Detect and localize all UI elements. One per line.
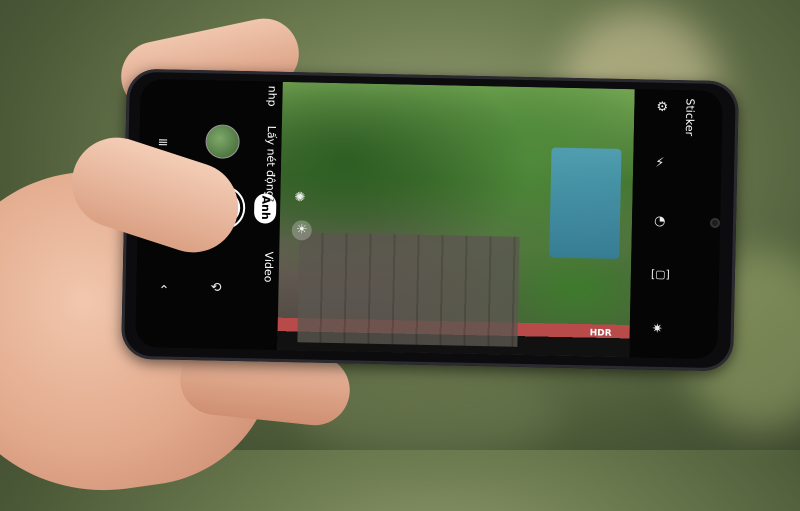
chevron-up-icon[interactable]: ⌃	[158, 283, 169, 298]
sticker-label[interactable]: Sticker	[683, 98, 697, 136]
hdr-label[interactable]: HDR	[590, 328, 612, 338]
mode-label-live-focus[interactable]: Lấy nét động	[263, 126, 278, 198]
mode-label-video[interactable]: Video	[262, 251, 276, 282]
settings-icon[interactable]: ⚙	[656, 100, 668, 115]
camera-viewfinder[interactable]: ✺ ☀	[277, 81, 635, 358]
switch-camera-icon[interactable]: ⟲	[210, 280, 221, 295]
gallery-thumbnail[interactable]	[205, 124, 240, 159]
timer-off-icon[interactable]: ◔	[654, 214, 666, 229]
effects-icon[interactable]: ✷	[652, 322, 663, 337]
flash-off-icon[interactable]: ⚡	[655, 156, 664, 171]
blue-panel	[549, 147, 622, 259]
aspect-ratio-icon[interactable]: [▢]	[651, 268, 670, 281]
mode-label-partial[interactable]: nhp	[265, 86, 278, 107]
camera-controls-right: Sticker ⚙ ⚡ ◔ [▢] HDR ✷	[590, 89, 723, 360]
wooden-fence	[297, 232, 520, 347]
mode-label-photo[interactable]: Ảnh	[259, 195, 273, 219]
filter-icon[interactable]: ✺	[294, 190, 305, 205]
